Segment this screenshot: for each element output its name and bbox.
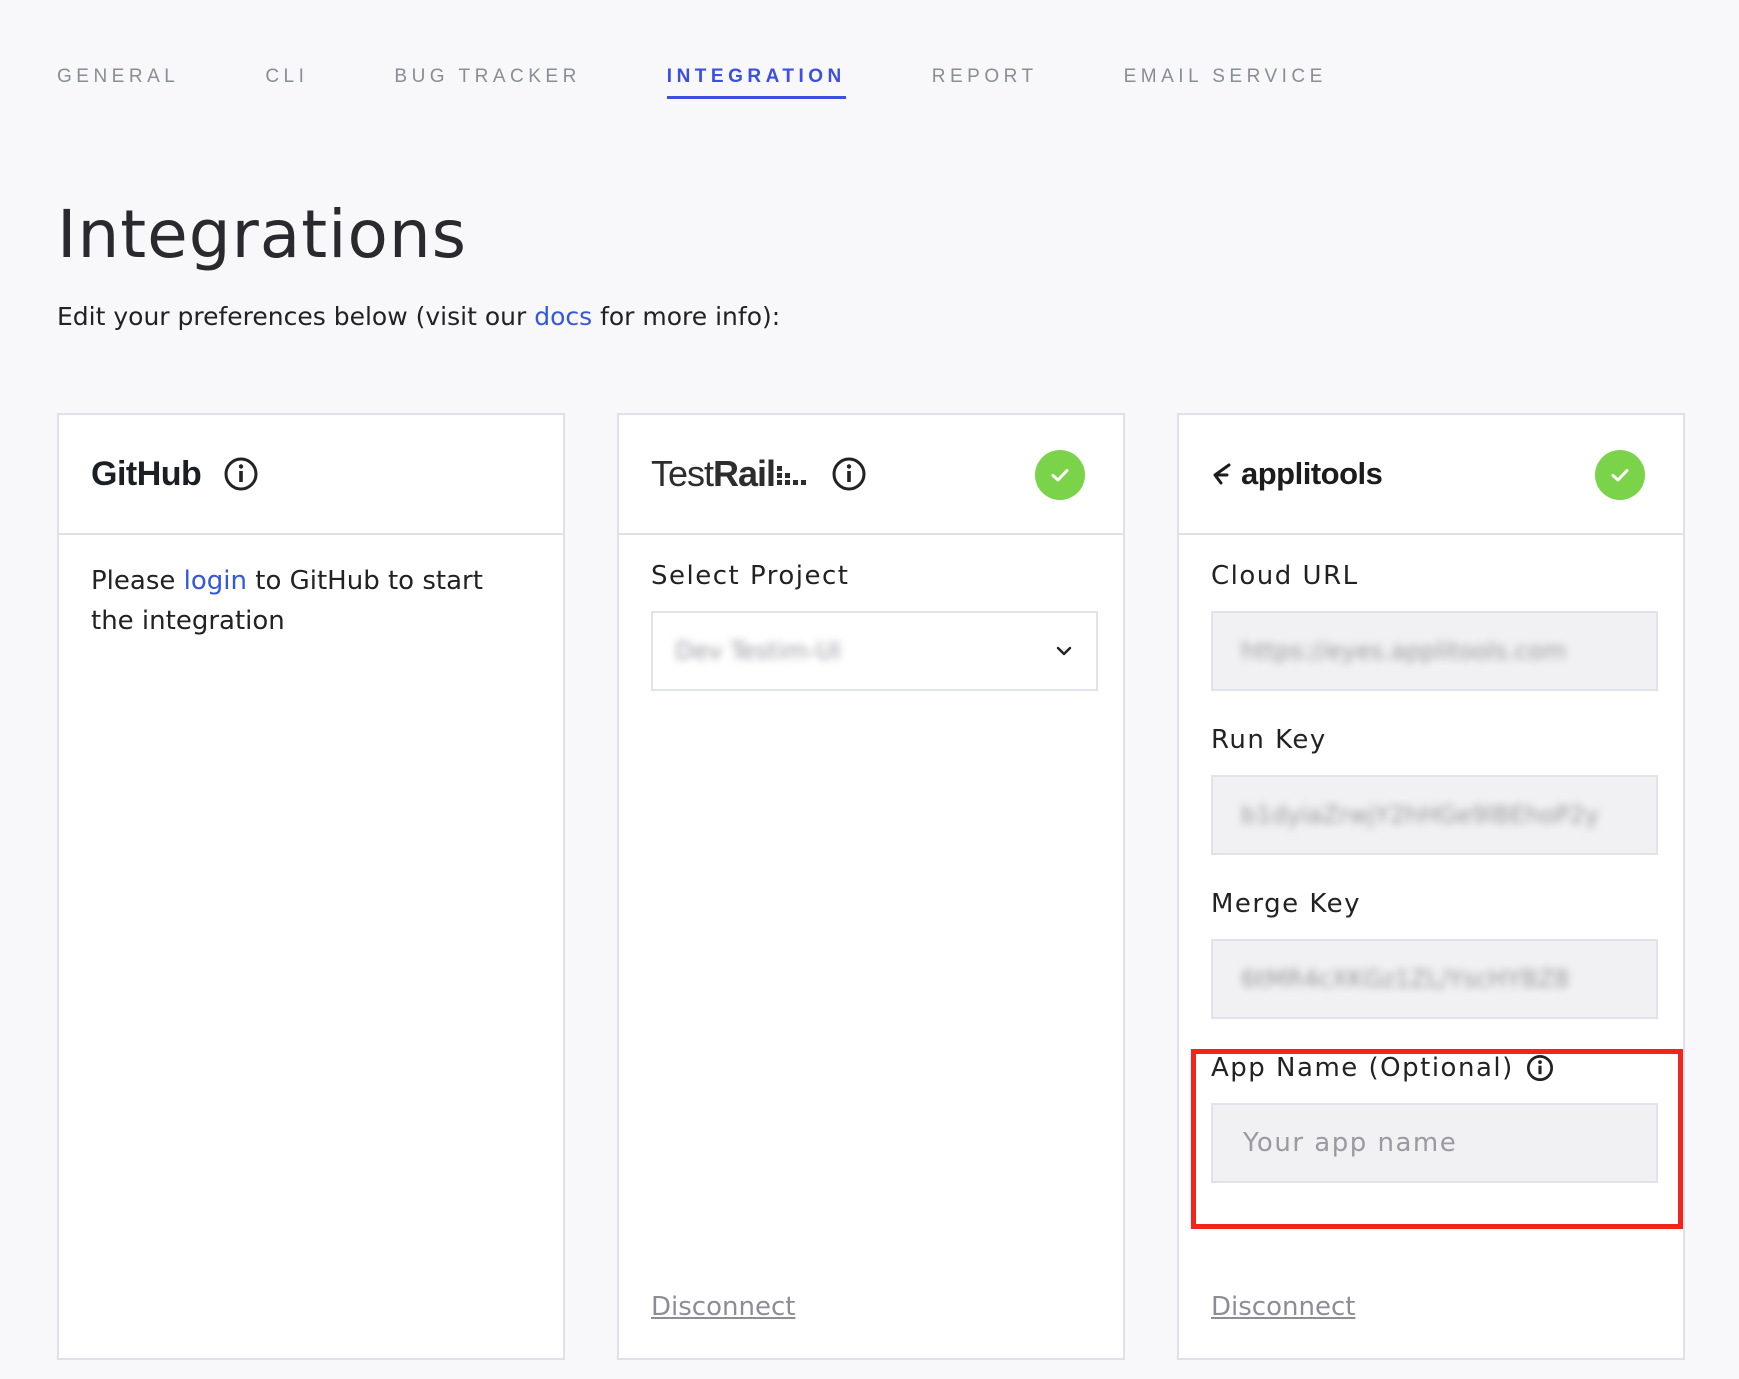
github-text-before: Please xyxy=(91,566,184,596)
github-card: GitHub Please login to GitHub to start t… xyxy=(57,413,565,1360)
merge-key-value: 6tMR4cXKGz1ZL/YscHYBZ8 xyxy=(1241,965,1570,993)
check-icon xyxy=(1595,450,1645,500)
github-card-header: GitHub xyxy=(59,415,563,535)
applitools-card-body: Cloud URL https://eyes.applitools.com Ru… xyxy=(1179,535,1683,1183)
info-icon[interactable] xyxy=(831,456,867,492)
tab-bug-tracker[interactable]: BUG TRACKER xyxy=(394,66,580,99)
applitools-card-header: applitools xyxy=(1179,415,1683,535)
run-key-value: b1dyiaZrwjY2hHGe9lBEhoP2y xyxy=(1241,801,1599,829)
merge-key-label: Merge Key xyxy=(1211,889,1362,919)
select-project-label: Select Project xyxy=(651,561,850,591)
github-login-link[interactable]: login xyxy=(184,566,247,596)
github-card-body: Please login to GitHub to start the inte… xyxy=(59,535,563,641)
tab-integration[interactable]: INTEGRATION xyxy=(666,66,846,99)
applitools-card: applitools Cloud URL https://eyes.applit… xyxy=(1177,413,1685,1360)
applitools-logo: applitools xyxy=(1211,456,1383,492)
github-login-message: Please login to GitHub to start the inte… xyxy=(91,561,531,641)
project-select[interactable]: Dev Testim-UI xyxy=(651,611,1098,691)
merge-key-field[interactable]: 6tMR4cXKGz1ZL/YscHYBZ8 xyxy=(1211,939,1658,1019)
cloud-url-label: Cloud URL xyxy=(1211,561,1359,591)
applitools-disconnect-link[interactable]: Disconnect xyxy=(1211,1292,1355,1322)
run-key-label: Run Key xyxy=(1211,725,1327,755)
app-name-label-text: App Name (Optional) xyxy=(1211,1053,1514,1083)
tab-cli[interactable]: CLI xyxy=(265,66,308,99)
tab-email-service[interactable]: EMAIL SERVICE xyxy=(1124,66,1327,99)
info-icon[interactable] xyxy=(223,456,259,492)
subtitle-text-before: Edit your preferences below (visit our xyxy=(57,302,535,331)
check-icon xyxy=(1035,450,1085,500)
app-name-input[interactable] xyxy=(1241,1127,1628,1159)
tab-general[interactable]: GENERAL xyxy=(57,66,179,99)
testrail-card: TestRail Select Project Dev Testim-UI Di… xyxy=(617,413,1125,1360)
app-name-label: App Name (Optional) xyxy=(1211,1053,1651,1083)
settings-tabs: GENERAL CLI BUG TRACKER INTEGRATION REPO… xyxy=(57,66,1413,99)
testrail-card-header: TestRail xyxy=(619,415,1123,535)
testrail-logo-light: Test xyxy=(651,453,714,494)
testrail-disconnect-link[interactable]: Disconnect xyxy=(651,1292,795,1322)
project-select-value: Dev Testim-UI xyxy=(675,637,841,665)
tab-report[interactable]: REPORT xyxy=(932,66,1038,99)
cloud-url-value: https://eyes.applitools.com xyxy=(1241,637,1567,665)
info-icon[interactable] xyxy=(1526,1054,1554,1082)
run-key-field[interactable]: b1dyiaZrwjY2hHGe9lBEhoP2y xyxy=(1211,775,1658,855)
testrail-logo: TestRail xyxy=(651,453,809,495)
chevron-down-icon xyxy=(1056,646,1072,656)
applitools-logo-mark xyxy=(1213,463,1231,485)
testrail-logo-bold: Rail xyxy=(713,453,776,494)
github-logo: GitHub xyxy=(91,454,202,493)
subtitle-text-after: for more info): xyxy=(592,302,781,331)
testrail-card-body: Select Project Dev Testim-UI xyxy=(619,535,1123,691)
app-name-field[interactable] xyxy=(1211,1103,1658,1183)
page-title: Integrations xyxy=(57,196,468,273)
applitools-logo-text: applitools xyxy=(1241,456,1383,491)
docs-link[interactable]: docs xyxy=(534,302,592,331)
page-subtitle: Edit your preferences below (visit our d… xyxy=(57,302,780,331)
testrail-logo-mark xyxy=(777,466,807,485)
cloud-url-field[interactable]: https://eyes.applitools.com xyxy=(1211,611,1658,691)
